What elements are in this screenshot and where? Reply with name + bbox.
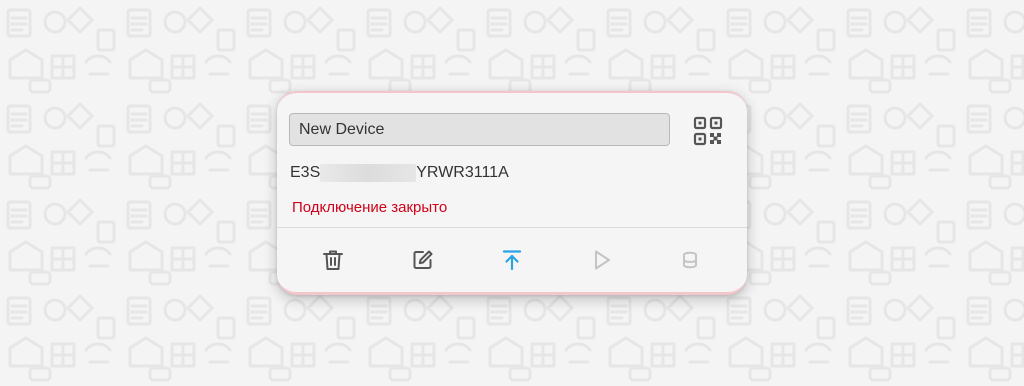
edit-button[interactable] [410,247,436,273]
device-name-input[interactable] [289,113,670,146]
edit-icon [413,250,433,269]
serial-redaction [320,164,417,182]
device-card: E3S YRWR3111A Подключение закрыто [277,91,747,295]
play-button[interactable] [588,247,614,273]
action-bar [277,228,747,292]
serial-prefix: E3S [290,164,321,181]
connection-status: Подключение закрыто [292,199,448,216]
upload-button[interactable] [499,247,525,273]
delete-button[interactable] [320,247,346,273]
qr-code-button[interactable] [692,115,724,147]
device-serial: E3S YRWR3111A [290,163,509,183]
trash-icon [323,250,343,270]
upload-icon [502,250,522,271]
play-icon [595,250,610,270]
qr-code-icon [693,116,723,146]
storage-button[interactable] [677,247,703,273]
serial-suffix: YRWR3111A [416,164,509,181]
database-icon [683,251,697,269]
